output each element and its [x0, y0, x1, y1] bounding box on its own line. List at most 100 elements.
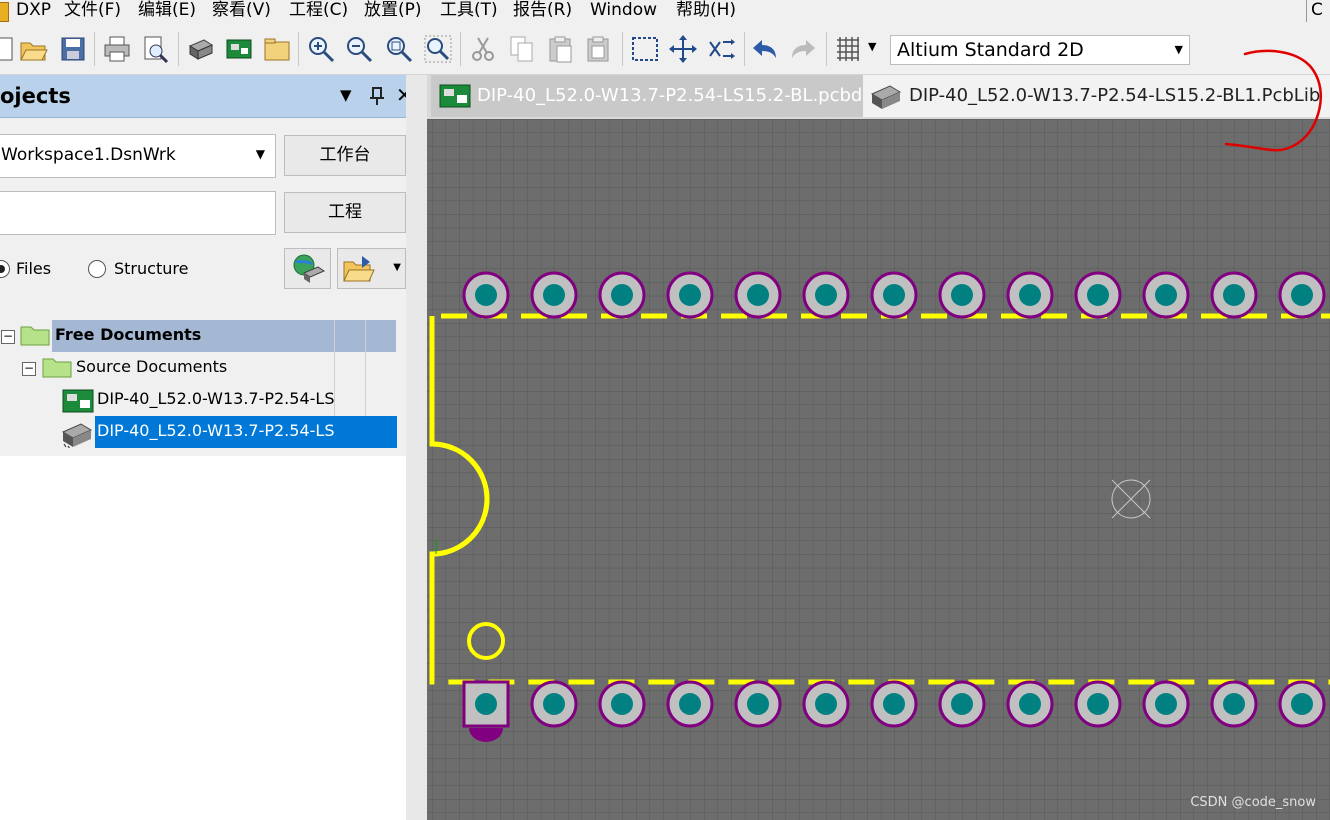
menu-edit[interactable]: 编辑(E) [138, 0, 196, 22]
toolbar: ▼ Altium Standard 2D ▼ [0, 24, 1330, 75]
pcblib-document-icon [870, 85, 902, 109]
chevron-down-icon: ▼ [255, 147, 265, 161]
pad-1[interactable] [462, 680, 510, 742]
folder-open-icon[interactable] [262, 34, 292, 64]
component-icon[interactable] [186, 34, 216, 64]
projects-panel: ojects ▼ ✕ Workspace1.DsnWrk ▼ 工作台 工程 Fi… [0, 75, 420, 820]
toolbar-separator [178, 32, 179, 66]
tree-item-pcbdoc[interactable]: DIP-40_L52.0-W13.7-P2.54-LS1! [97, 384, 335, 416]
panel-splitter[interactable] [406, 75, 427, 820]
folder-icon [42, 358, 72, 378]
pad[interactable] [462, 271, 510, 319]
grid-icon[interactable] [833, 34, 863, 64]
folder-arrow-icon [343, 256, 375, 282]
pad[interactable] [598, 680, 646, 728]
pad[interactable] [870, 271, 918, 319]
pcblib-document-icon [61, 423, 93, 448]
pad[interactable] [734, 680, 782, 728]
copy-icon[interactable] [507, 34, 537, 64]
menu-dxp[interactable]: DXP [16, 0, 51, 22]
pcb-canvas[interactable]: CSDN @code_snow [427, 119, 1330, 820]
tree-item-free-documents[interactable]: Free Documents [52, 320, 396, 352]
workspace-select[interactable]: Workspace1.DsnWrk ▼ [0, 134, 276, 178]
workspace-button[interactable]: 工作台 [284, 135, 406, 176]
toolbar-separator [460, 32, 461, 66]
menu-overflow[interactable]: C [1306, 0, 1323, 22]
undo-icon[interactable] [750, 34, 780, 64]
grid-dropdown-arrow-icon[interactable]: ▼ [868, 40, 876, 53]
cut-icon[interactable] [468, 34, 498, 64]
cross-probe-icon[interactable] [707, 34, 737, 64]
toolbar-separator [622, 32, 623, 66]
zoom-fit-icon[interactable] [384, 34, 414, 64]
open-project-button[interactable]: ▼ [337, 248, 406, 289]
pad[interactable] [938, 680, 986, 728]
globe-component-icon [293, 254, 325, 283]
pad[interactable] [1210, 680, 1258, 728]
project-select[interactable] [0, 191, 276, 235]
pad[interactable] [1278, 680, 1326, 728]
rubber-stamp-icon[interactable] [584, 34, 614, 64]
radio-structure[interactable] [88, 260, 106, 278]
menu-window[interactable]: Window [590, 0, 657, 22]
document-tabs: DIP-40_L52.0-W13.7-P2.54-LS15.2-BL.pcbdo… [427, 75, 1330, 119]
collapse-icon[interactable]: − [1, 330, 15, 344]
pad[interactable] [802, 271, 850, 319]
pad[interactable] [1006, 271, 1054, 319]
pad[interactable] [1142, 271, 1190, 319]
pcb-board-icon[interactable] [224, 34, 254, 64]
tree-item-source-documents[interactable]: Source Documents [76, 352, 227, 384]
pad[interactable] [938, 271, 986, 319]
tree-column-divider [334, 320, 335, 416]
new-document-icon[interactable] [0, 34, 20, 64]
pad[interactable] [1006, 680, 1054, 728]
pad[interactable] [666, 271, 714, 319]
pad[interactable] [1278, 271, 1326, 319]
print-preview-icon[interactable] [140, 34, 170, 64]
panel-menu-icon[interactable]: ▼ [340, 86, 352, 104]
redo-icon[interactable] [788, 34, 818, 64]
pad[interactable] [1074, 271, 1122, 319]
menu-file[interactable]: 文件(F) [64, 0, 121, 22]
pad[interactable] [870, 680, 918, 728]
pcb-document-icon [439, 84, 471, 108]
pad[interactable] [734, 271, 782, 319]
refresh-button[interactable] [284, 248, 331, 289]
tree-item-pcblib-label: DIP-40_L52.0-W13.7-P2.54-LS1! [97, 421, 335, 440]
pin-icon[interactable] [368, 86, 386, 106]
pad[interactable] [666, 680, 714, 728]
menu-reports[interactable]: 报告(R) [513, 0, 572, 22]
pad[interactable] [802, 680, 850, 728]
menu-help[interactable]: 帮助(H) [676, 0, 736, 22]
menu-tools[interactable]: 工具(T) [440, 0, 498, 22]
pad[interactable] [1142, 680, 1190, 728]
tree-item-pcblib[interactable]: DIP-40_L52.0-W13.7-P2.54-LS1! [95, 416, 397, 448]
view-mode-select[interactable]: Altium Standard 2D ▼ [890, 35, 1190, 65]
pad[interactable] [530, 680, 578, 728]
pad[interactable] [598, 271, 646, 319]
radio-structure-label: Structure [114, 259, 189, 278]
menu-place[interactable]: 放置(P) [364, 0, 422, 22]
toolbar-separator [744, 32, 745, 66]
collapse-icon[interactable]: − [22, 362, 36, 376]
zoom-out-icon[interactable] [344, 34, 374, 64]
menu-project[interactable]: 工程(C) [289, 0, 348, 22]
zoom-area-icon[interactable] [423, 34, 453, 64]
paste-icon[interactable] [545, 34, 575, 64]
pad[interactable] [530, 271, 578, 319]
zoom-in-icon[interactable] [306, 34, 336, 64]
menu-view[interactable]: 察看(V) [212, 0, 271, 22]
select-area-icon[interactable] [630, 34, 660, 64]
project-button[interactable]: 工程 [284, 192, 406, 233]
menu-bar: DXP 文件(F) 编辑(E) 察看(V) 工程(C) 放置(P) 工具(T) … [0, 0, 1330, 22]
workspace-value: Workspace1.DsnWrk [1, 145, 176, 165]
print-icon[interactable] [102, 34, 132, 64]
pad[interactable] [1074, 680, 1122, 728]
chevron-down-icon: ▼ [393, 262, 401, 273]
open-folder-icon[interactable] [18, 34, 48, 64]
tab-pcbdoc[interactable]: DIP-40_L52.0-W13.7-P2.54-LS15.2-BL.pcbdo… [431, 75, 883, 117]
move-icon[interactable] [668, 34, 698, 64]
pad[interactable] [1210, 271, 1258, 319]
radio-files[interactable] [0, 260, 10, 278]
save-icon[interactable] [58, 34, 88, 64]
